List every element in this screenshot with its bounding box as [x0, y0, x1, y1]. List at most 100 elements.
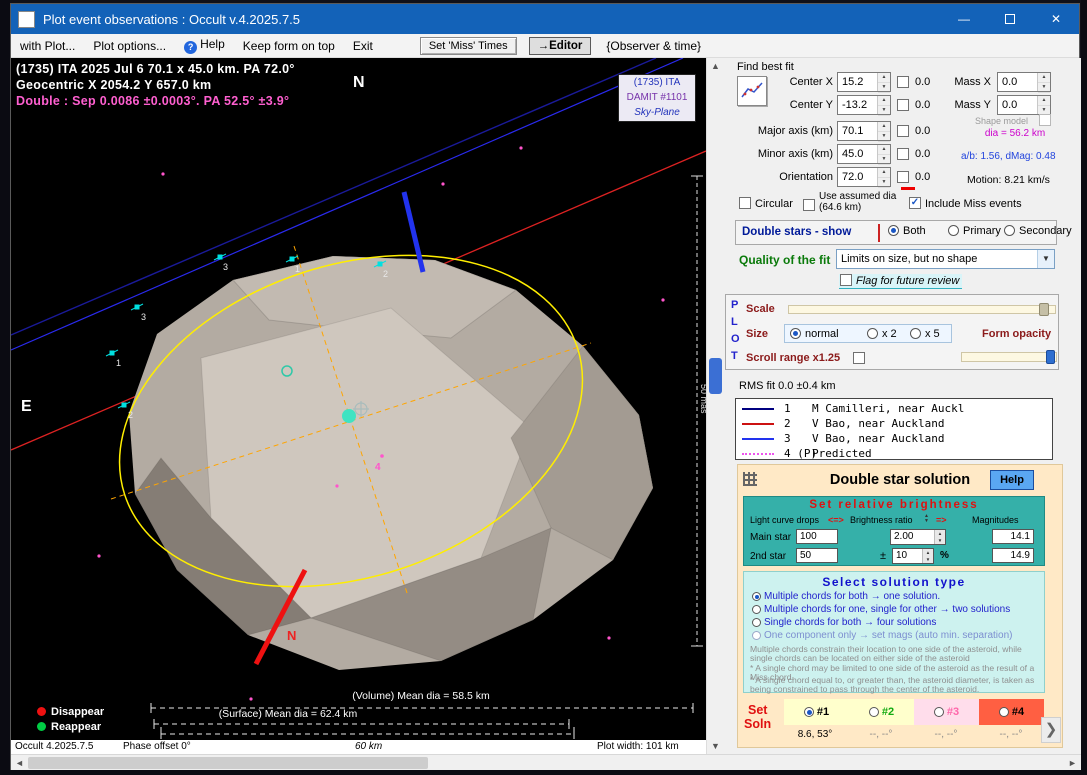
spin-up-icon[interactable]: ▲ [878, 96, 890, 106]
panel-scroll-right-button[interactable]: ❯ [1041, 717, 1061, 743]
observer-time-label: {Observer & time} [597, 36, 710, 56]
spin-down-icon[interactable]: ▼ [878, 132, 890, 142]
spin-up-icon[interactable]: ▲ [878, 122, 890, 132]
menu-keep-on-top[interactable]: Keep form on top [234, 36, 344, 56]
solution-1-radio[interactable]: #1 [784, 699, 849, 725]
spin-down-icon[interactable]: ▼ [878, 178, 890, 188]
plot-area[interactable]: (1735) ITA 2025 Jul 6 70.1 x 45.0 km. PA… [11, 58, 706, 740]
form-opacity-slider[interactable] [961, 352, 1057, 362]
second-star-drop-input[interactable]: 50 [796, 548, 838, 563]
spin-up-icon[interactable]: ▲ [1038, 96, 1050, 106]
menu-bar: with Plot... Plot options... ?Help Keep … [11, 34, 1079, 58]
spin-down-icon[interactable]: ▼ [935, 537, 945, 544]
show-secondary-radio[interactable]: Secondary [1004, 225, 1072, 237]
size-x5-radio[interactable]: x 5 [910, 328, 940, 340]
asteroid-shape [129, 256, 653, 670]
minor-fit-checkbox[interactable] [897, 148, 909, 160]
solution-type-option-3[interactable]: Single chords for both → four solutions [752, 617, 936, 628]
solution-3-radio[interactable]: #3 [914, 699, 979, 725]
horizontal-scroll-thumb[interactable] [28, 757, 428, 769]
scroll-up-icon[interactable]: ▲ [707, 58, 724, 74]
surface-dia-label: (Surface) Mean dia = 62.4 km [198, 708, 378, 720]
orientation-fit-checkbox[interactable] [897, 171, 909, 183]
editor-button[interactable]: →Editor [529, 37, 592, 55]
spin-up-icon[interactable]: ▲ [923, 549, 933, 556]
background-right-strip [1081, 0, 1087, 775]
quality-dropdown[interactable]: Limits on size, but no shape ▼ [836, 249, 1055, 269]
maximize-button[interactable] [987, 4, 1033, 34]
center-y-spinner[interactable]: -13.2▲▼ [837, 95, 891, 115]
spin-down-icon[interactable]: ▼ [923, 556, 933, 563]
solution-type-option-2[interactable]: Multiple chords for one, single for othe… [752, 604, 1010, 615]
spin-up-icon[interactable]: ▲ [1038, 73, 1050, 83]
plot-vertical-scrollbar[interactable]: ▲ ▼ [706, 58, 723, 754]
tolerance-spinner[interactable]: 10▲▼ [892, 548, 934, 564]
flag-review-checkbox[interactable] [840, 274, 852, 286]
spin-down-icon[interactable]: ▼ [878, 83, 890, 93]
main-star-drop-input[interactable]: 100 [796, 529, 838, 544]
scale-slider-thumb[interactable] [1039, 303, 1049, 316]
minimize-button[interactable]: — [941, 4, 987, 34]
spin-up-icon[interactable]: ▲ [878, 73, 890, 83]
menu-exit[interactable]: Exit [344, 36, 382, 56]
spin-down-icon[interactable]: ▼ [1038, 83, 1050, 93]
show-primary-radio[interactable]: Primary [948, 225, 1001, 237]
orientation-spinner[interactable]: 72.0▲▼ [837, 167, 891, 187]
size-normal-radio[interactable]: normal [790, 328, 839, 340]
assumed-dia-checkbox[interactable] [803, 199, 815, 211]
spin-down-icon[interactable]: ▼ [878, 155, 890, 165]
show-both-radio[interactable]: Both [888, 225, 926, 237]
close-button[interactable]: ✕ [1033, 4, 1079, 34]
scroll-left-icon[interactable]: ◄ [11, 755, 28, 771]
center-x-spinner[interactable]: 15.2▲▼ [837, 72, 891, 92]
opacity-slider-thumb[interactable] [1046, 350, 1055, 364]
observer-row[interactable]: 2V Bao, near Auckland [736, 416, 1052, 431]
find-best-fit-button[interactable] [737, 76, 767, 106]
plot-header-line2: Geocentric X 2054.2 Y 657.0 km [16, 77, 295, 93]
vertical-scroll-thumb[interactable] [709, 358, 722, 394]
center-y-fit-checkbox[interactable] [897, 99, 909, 111]
set-miss-times-button[interactable]: Set 'Miss' Times [420, 37, 517, 55]
motion-note: Motion: 8.21 km/s [967, 174, 1050, 186]
menu-with-plot[interactable]: with Plot... [11, 36, 84, 56]
brightness-ratio-spinner[interactable]: 2.00▲▼ [890, 529, 946, 545]
solution-4-radio[interactable]: #4 [979, 699, 1044, 725]
observer-row[interactable]: 4 (P)Predicted [736, 446, 1052, 461]
solution-type-option-1[interactable]: Multiple chords for both → one solution. [752, 591, 940, 602]
scroll-range-checkbox[interactable] [853, 352, 865, 364]
chord-number: 3 [223, 262, 228, 272]
scroll-down-icon[interactable]: ▼ [707, 738, 724, 754]
include-miss-checkbox[interactable] [909, 197, 921, 209]
spin-up-icon[interactable]: ▲ [878, 168, 890, 178]
solution-2-radio[interactable]: #2 [849, 699, 914, 725]
chevron-down-icon[interactable]: ▼ [1037, 250, 1054, 268]
disappear-legend: Disappear [37, 706, 104, 718]
minor-axis-spinner[interactable]: 45.0▲▼ [837, 144, 891, 164]
menu-help[interactable]: ?Help [175, 34, 234, 57]
scroll-right-icon[interactable]: ► [1064, 755, 1081, 771]
shape-model-checkbox[interactable] [1039, 114, 1051, 126]
size-x2-radio[interactable]: x 2 [867, 328, 897, 340]
spin-up-icon[interactable]: ▲ [878, 145, 890, 155]
spin-up-icon[interactable]: ▲ [935, 530, 945, 537]
disappear-dot [37, 707, 46, 716]
scale-slider[interactable] [788, 305, 1056, 314]
mass-x-spinner[interactable]: 0.0▲▼ [997, 72, 1051, 92]
major-fit-checkbox[interactable] [897, 125, 909, 137]
major-axis-spinner[interactable]: 70.1▲▼ [837, 121, 891, 141]
solution-1-value: 8.6, 53° [780, 729, 850, 740]
ratio-header-spinner[interactable]: ▲▼ [922, 514, 931, 524]
menu-plot-options[interactable]: Plot options... [84, 36, 175, 56]
center-x-fit-checkbox[interactable] [897, 76, 909, 88]
observer-row[interactable]: 3V Bao, near Auckland [736, 431, 1052, 446]
help-button[interactable]: Help [990, 470, 1034, 490]
spin-down-icon[interactable]: ▼ [878, 106, 890, 116]
title-bar[interactable]: Plot event observations : Occult v.4.202… [11, 4, 1079, 34]
observer-row[interactable]: 1M Camilleri, near Auckl [736, 401, 1052, 416]
mass-y-spinner[interactable]: 0.0▲▼ [997, 95, 1051, 115]
circular-checkbox[interactable] [739, 197, 751, 209]
flag-review-control[interactable]: Flag for future review [839, 274, 962, 289]
solution-type-option-4[interactable]: One component only → set mags (auto min.… [752, 630, 1012, 641]
plot-horizontal-scrollbar[interactable]: ◄ ► [11, 754, 1081, 770]
spin-down-icon[interactable]: ▼ [922, 519, 931, 524]
